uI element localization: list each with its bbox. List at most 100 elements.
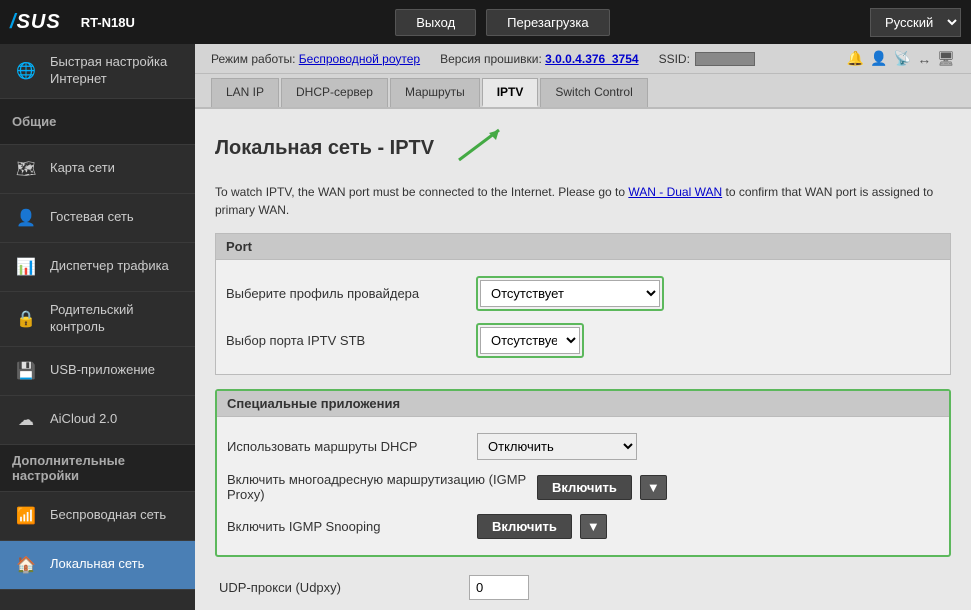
tab-lan-ip[interactable]: LAN IP <box>211 78 279 107</box>
iptv-port-control: Отсутствует <box>476 323 940 358</box>
lock-icon: 🔒 <box>12 305 40 333</box>
model-name: RT-N18U <box>81 15 135 30</box>
sidebar-general-header: Общие <box>0 99 195 145</box>
provider-profile-select[interactable]: Отсутствует <box>480 280 660 307</box>
sidebar-item-wireless[interactable]: 📶 Беспроводная сеть <box>0 492 195 541</box>
bell-icon: 🔔 <box>847 50 864 67</box>
multicast-btn-row: Включить ▼ <box>537 475 939 500</box>
language-select[interactable]: Русский <box>870 8 961 37</box>
udp-proxy-control <box>469 575 951 600</box>
sidebar: 🌐 Быстрая настройка Интернет Общие 🗺 Кар… <box>0 44 195 610</box>
sidebar-item-label: Родительский контроль <box>50 302 183 336</box>
dhcp-routes-label: Использовать маршруты DHCP <box>227 439 467 454</box>
firmware-link[interactable]: 3.0.0.4.376_3754 <box>545 52 638 66</box>
sidebar-advanced-label: Дополнительные настройки <box>12 453 183 483</box>
multicast-row: Включить многоадресную маршрутизацию (IG… <box>227 466 939 508</box>
person-icon: 👤 <box>870 50 887 67</box>
firmware-info: Версия прошивки: 3.0.0.4.376_3754 <box>440 52 639 66</box>
arrow-icon: ↔ <box>917 51 931 67</box>
iptv-port-label: Выбор порта IPTV STB <box>226 333 466 348</box>
port-section-content: Выберите профиль провайдера Отсутствует … <box>216 260 950 374</box>
tab-switch[interactable]: Switch Control <box>540 78 647 107</box>
traffic-icon: 📊 <box>12 253 40 281</box>
sidebar-item-guest-net[interactable]: 👤 Гостевая сеть <box>0 194 195 243</box>
asus-logo: /SUS <box>10 11 61 34</box>
dual-wan-link[interactable]: WAN - Dual WAN <box>628 185 722 199</box>
page-title: Локальная сеть - IPTV <box>215 125 951 171</box>
globe-icon: 🌐 <box>12 57 40 85</box>
igmp-btn-row: Включить ▼ <box>477 514 939 539</box>
ssid-value <box>695 52 755 66</box>
sidebar-item-usb[interactable]: 💾 USB-приложение <box>0 347 195 396</box>
sidebar-item-label: Беспроводная сеть <box>50 507 166 524</box>
provider-profile-select-wrapper: Отсутствует <box>476 276 664 311</box>
port-section-title: Port <box>216 234 950 260</box>
mode-link[interactable]: Беспроводной роутер <box>299 52 420 66</box>
sidebar-item-quick-setup[interactable]: 🌐 Быстрая настройка Интернет <box>0 44 195 99</box>
main-layout: 🌐 Быстрая настройка Интернет Общие 🗺 Кар… <box>0 44 971 610</box>
sidebar-item-aicloud[interactable]: ☁ AiCloud 2.0 <box>0 396 195 445</box>
sidebar-item-label: AiCloud 2.0 <box>50 411 117 428</box>
content-area: Режим работы: Беспроводной роутер Версия… <box>195 44 971 610</box>
tab-routes[interactable]: Маршруты <box>390 78 480 107</box>
iptv-port-select[interactable]: Отсутствует <box>480 327 580 354</box>
sidebar-item-label: Диспетчер трафика <box>50 258 169 275</box>
tab-iptv[interactable]: IPTV <box>482 78 539 107</box>
special-section: Специальные приложения Использовать марш… <box>215 389 951 557</box>
sidebar-item-traffic[interactable]: 📊 Диспетчер трафика <box>0 243 195 292</box>
mode-label: Режим работы: Беспроводной роутер <box>211 52 420 66</box>
igmp-label: Включить IGMP Snooping <box>227 519 467 534</box>
tabs-bar: LAN IP DHCP-сервер Маршруты IPTV Switch … <box>195 74 971 109</box>
udp-proxy-row: UDP-прокси (Udpxy) <box>219 571 951 604</box>
sidebar-item-label: Гостевая сеть <box>50 209 134 226</box>
sidebar-item-label: USB-приложение <box>50 362 155 379</box>
user-icon: 👤 <box>12 204 40 232</box>
iptv-port-select-wrapper: Отсутствует <box>476 323 584 358</box>
provider-profile-row: Выберите профиль провайдера Отсутствует <box>226 270 940 317</box>
tab-dhcp[interactable]: DHCP-сервер <box>281 78 388 107</box>
dhcp-routes-select[interactable]: Отключить <box>477 433 637 460</box>
special-section-content: Использовать маршруты DHCP Отключить Вкл… <box>217 417 949 555</box>
page-content: Локальная сеть - IPTV To watch IPTV, the… <box>195 109 971 610</box>
igmp-control: Включить ▼ <box>477 514 939 539</box>
monitor-icon: 🖥 <box>937 50 955 67</box>
reboot-button[interactable]: Перезагрузка <box>486 9 609 36</box>
sidebar-item-label: Быстрая настройка Интернет <box>50 54 183 88</box>
sidebar-general-label: Общие <box>12 114 56 129</box>
port-section: Port Выберите профиль провайдера Отсутст… <box>215 233 951 375</box>
usb-icon: 💾 <box>12 357 40 385</box>
wifi-icon: 📶 <box>12 502 40 530</box>
info-bar: Режим работы: Беспроводной роутер Версия… <box>195 44 971 74</box>
udp-proxy-input[interactable] <box>469 575 529 600</box>
igmp-row: Включить IGMP Snooping Включить ▼ <box>227 508 939 545</box>
multicast-enable-btn[interactable]: Включить <box>537 475 632 500</box>
sidebar-item-network-map[interactable]: 🗺 Карта сети <box>0 145 195 194</box>
page-description: To watch IPTV, the WAN port must be conn… <box>215 183 951 219</box>
signal-icon: 📡 <box>894 50 911 67</box>
top-bar: /SUS RT-N18U Выход Перезагрузка Русский <box>0 0 971 44</box>
udp-proxy-label: UDP-прокси (Udpxy) <box>219 580 459 595</box>
map-icon: 🗺 <box>12 155 40 183</box>
top-icons-row: 🔔 👤 📡 ↔ 🖥 <box>847 50 955 67</box>
igmp-caret-btn[interactable]: ▼ <box>580 514 607 539</box>
provider-profile-control: Отсутствует <box>476 276 940 311</box>
multicast-label: Включить многоадресную маршрутизацию (IG… <box>227 472 527 502</box>
multicast-control: Включить ▼ <box>537 475 939 500</box>
dhcp-routes-row: Использовать маршруты DHCP Отключить <box>227 427 939 466</box>
ssid-area: SSID: <box>659 52 755 66</box>
exit-button[interactable]: Выход <box>395 9 476 36</box>
multicast-caret-btn[interactable]: ▼ <box>640 475 667 500</box>
sidebar-item-label: Локальная сеть <box>50 556 144 573</box>
dhcp-routes-control: Отключить <box>477 433 939 460</box>
special-section-title: Специальные приложения <box>217 391 949 417</box>
sidebar-item-label: Карта сети <box>50 160 115 177</box>
igmp-enable-btn[interactable]: Включить <box>477 514 572 539</box>
lan-icon: 🏠 <box>12 551 40 579</box>
sidebar-item-parental[interactable]: 🔒 Родительский контроль <box>0 292 195 347</box>
sidebar-item-lan[interactable]: 🏠 Локальная сеть <box>0 541 195 590</box>
sidebar-advanced-header: Дополнительные настройки <box>0 445 195 492</box>
provider-profile-label: Выберите профиль провайдера <box>226 286 466 301</box>
iptv-port-row: Выбор порта IPTV STB Отсутствует <box>226 317 940 364</box>
arrow-decoration <box>454 125 514 171</box>
cloud-icon: ☁ <box>12 406 40 434</box>
